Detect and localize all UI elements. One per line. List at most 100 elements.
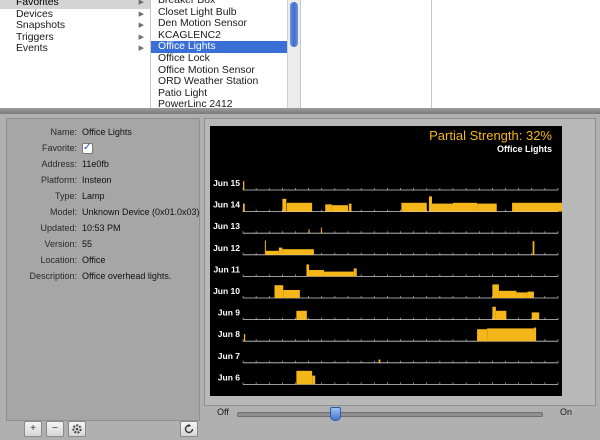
device-item[interactable]: KCAGLENC2 bbox=[151, 30, 287, 42]
device-item-label: ORD Weather Station bbox=[158, 76, 259, 88]
info-panel: Name: Office Lights Favorite: Address: 1… bbox=[6, 118, 200, 421]
category-item[interactable]: Events ▶ bbox=[0, 43, 150, 55]
disclosure-arrow-icon: ▶ bbox=[138, 0, 144, 6]
day-label: Jun 14 bbox=[213, 200, 240, 210]
usage-bar bbox=[527, 291, 534, 298]
usage-bar bbox=[320, 227, 322, 234]
version-value: 55 bbox=[82, 239, 93, 249]
category-item[interactable]: Favorites ▶ bbox=[0, 0, 150, 9]
usage-bar bbox=[331, 205, 348, 212]
usage-bar bbox=[283, 290, 300, 298]
usage-bar bbox=[378, 359, 381, 363]
day-label: Jun 12 bbox=[213, 243, 240, 253]
device-item[interactable]: Den Motion Sensor bbox=[151, 18, 287, 30]
version-label: Version: bbox=[44, 239, 77, 249]
category-item-label: Triggers bbox=[16, 31, 54, 43]
usage-bar bbox=[296, 310, 307, 320]
device-item[interactable]: Patio Light bbox=[151, 88, 287, 100]
description-value: Office overhead lights. bbox=[82, 271, 172, 281]
address-label: Address: bbox=[41, 159, 77, 169]
add-button[interactable]: + bbox=[24, 421, 42, 437]
settings-button[interactable] bbox=[68, 421, 86, 437]
device-item[interactable]: PowerLinc 2412 bbox=[151, 99, 287, 108]
refresh-button[interactable] bbox=[180, 421, 198, 437]
device-pane[interactable]: Breaker Box Closet Light Bulb Den Motion S… bbox=[151, 0, 301, 108]
device-scrollbar[interactable] bbox=[287, 0, 300, 108]
device-item-label: Den Motion Sensor bbox=[158, 18, 247, 30]
platform-value: Insteon bbox=[82, 175, 112, 185]
usage-bar bbox=[325, 204, 332, 212]
day-label: Jun 10 bbox=[213, 286, 240, 296]
usage-bar bbox=[492, 284, 499, 298]
category-item-label: Favorites bbox=[16, 0, 59, 8]
third-pane[interactable] bbox=[301, 0, 432, 108]
usage-bar bbox=[312, 375, 316, 385]
day-label: Jun 15 bbox=[213, 178, 240, 188]
device-item-label: KCAGLENC2 bbox=[158, 29, 221, 41]
info-row-description: Description: Office overhead lights. bbox=[7, 269, 199, 283]
usage-bar bbox=[512, 202, 562, 212]
usage-bar bbox=[286, 202, 313, 212]
remove-button[interactable]: − bbox=[46, 421, 64, 437]
info-row-type: Type: Lamp bbox=[7, 189, 199, 203]
address-value: 11e0fb bbox=[82, 159, 109, 169]
device-scrollbar-thumb[interactable] bbox=[290, 2, 298, 47]
usage-bar bbox=[243, 334, 246, 342]
day-label: Jun 11 bbox=[214, 264, 241, 274]
device-item[interactable]: Office Motion Sensor bbox=[151, 65, 287, 77]
favorite-checkbox[interactable] bbox=[82, 141, 93, 155]
day-label: Jun 8 bbox=[218, 329, 240, 339]
usage-bar bbox=[309, 270, 324, 277]
description-label: Description: bbox=[29, 271, 77, 281]
device-item[interactable]: Closet Light Bulb bbox=[151, 7, 287, 19]
usage-bar bbox=[282, 249, 314, 255]
usage-bar bbox=[432, 203, 453, 212]
usage-bar bbox=[278, 247, 283, 255]
category-item-label: Devices bbox=[16, 8, 53, 20]
usage-bar bbox=[495, 310, 507, 320]
category-item-label: Snapshots bbox=[16, 20, 66, 32]
strength-slider[interactable] bbox=[237, 407, 543, 421]
device-item[interactable]: Office Lights bbox=[151, 41, 287, 53]
disclosure-arrow-icon: ▶ bbox=[138, 45, 144, 53]
updated-label: Updated: bbox=[40, 223, 77, 233]
type-label: Type: bbox=[54, 191, 77, 201]
usage-bar bbox=[487, 328, 534, 342]
category-item[interactable]: Triggers ▶ bbox=[0, 32, 150, 44]
device-item-label: PowerLinc 2412 bbox=[158, 99, 233, 108]
browser-area: Favorites ▶ Devices ▶ Snapshots ▶ Triggers ▶ Eve… bbox=[0, 0, 600, 108]
usage-bar bbox=[296, 370, 313, 385]
info-row-model: Model: Unknown Device (0x01.0x03) bbox=[7, 205, 200, 219]
info-row-platform: Platform: Insteon bbox=[7, 173, 199, 187]
strength-slider-knob[interactable] bbox=[330, 407, 342, 421]
strength-title: Partial Strength: 32% bbox=[429, 128, 552, 143]
disclosure-arrow-icon: ▶ bbox=[138, 33, 144, 41]
device-item[interactable]: Breaker Box bbox=[151, 0, 287, 7]
slider-off-label: Off bbox=[217, 407, 229, 417]
device-item-label: Office Motion Sensor bbox=[158, 64, 255, 76]
category-item[interactable]: Devices ▶ bbox=[0, 9, 150, 21]
device-item[interactable]: Office Lock bbox=[151, 53, 287, 65]
refresh-icon bbox=[184, 423, 194, 434]
detail-area: Name: Office Lights Favorite: Address: 1… bbox=[0, 114, 600, 440]
updated-value: 10:53 PM bbox=[82, 223, 121, 233]
info-row-version: Version: 55 bbox=[7, 237, 199, 251]
day-label: Jun 13 bbox=[213, 221, 240, 231]
usage-bar bbox=[533, 327, 537, 342]
category-item-label: Events bbox=[16, 43, 48, 55]
device-item-label: Breaker Box bbox=[158, 0, 216, 6]
category-item[interactable]: Snapshots ▶ bbox=[0, 20, 150, 32]
info-row-name: Name: Office Lights bbox=[7, 125, 199, 139]
usage-bar bbox=[243, 203, 245, 212]
category-pane[interactable]: Favorites ▶ Devices ▶ Snapshots ▶ Triggers ▶ Eve… bbox=[0, 0, 151, 108]
usage-bar bbox=[492, 306, 496, 320]
fourth-pane[interactable] bbox=[432, 0, 600, 108]
usage-bar bbox=[274, 285, 284, 298]
history-chart-svg: Jun 15 Jun 14 Jun 13 Jun 12 Jun 11 Jun 10 Jun … bbox=[213, 178, 562, 385]
model-label: Model: bbox=[49, 207, 77, 217]
device-item[interactable]: ORD Weather Station bbox=[151, 76, 287, 88]
day-label: Jun 9 bbox=[218, 308, 240, 318]
day-label: Jun 6 bbox=[218, 372, 240, 382]
name-label: Name: bbox=[50, 127, 77, 137]
usage-bar bbox=[498, 290, 517, 298]
